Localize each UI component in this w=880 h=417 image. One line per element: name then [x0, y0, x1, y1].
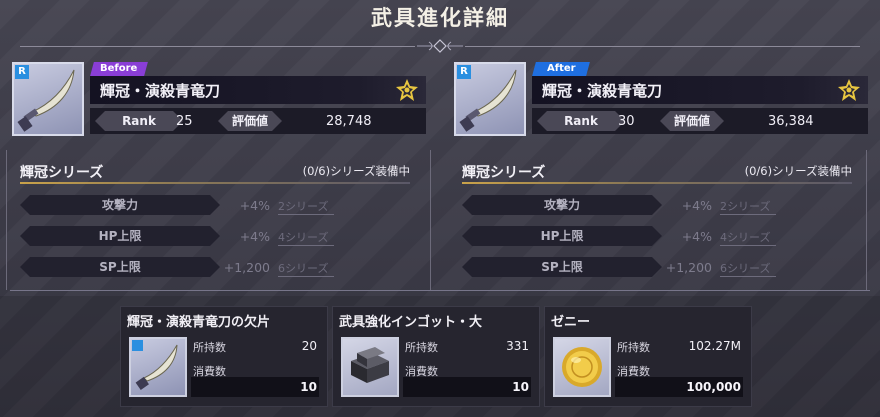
score-value: 28,748: [326, 114, 372, 129]
series-count: (0/6)シリーズ装備中: [302, 164, 410, 178]
bonus-requirement: 4シリーズ: [278, 229, 335, 246]
bonus-stat: SP上限: [462, 257, 662, 277]
score-label: 評価値: [660, 111, 724, 131]
owned-value: 331: [506, 339, 529, 353]
cost-value: 10: [300, 380, 317, 394]
series-title: 輝冠シリーズ: [20, 165, 104, 181]
title-rule-right: [465, 46, 860, 47]
page-title: 武具進化詳細: [371, 6, 509, 30]
gold-coin-icon: [562, 347, 602, 387]
after-weapon-card: R After 輝冠・演殺青竜刀 Rank 30 評価値 36,384: [442, 58, 868, 140]
material-card-fragment[interactable]: 輝冠・演殺青竜刀の欠片 所持数 20 消費数 10: [120, 306, 328, 407]
before-weapon-card: R Before 輝冠・演殺青竜刀 Rank 25 評価値 28,748: [0, 58, 426, 140]
bonus-value: +1,200: [223, 260, 270, 275]
rank-label: Rank: [537, 111, 625, 131]
bonus-stat: SP上限: [20, 257, 220, 277]
score-label: 評価値: [218, 111, 282, 131]
material-icon: [553, 337, 611, 397]
ornament-icon: [417, 39, 463, 53]
series-right-header: 輝冠シリーズ (0/6)シリーズ装備中: [462, 162, 852, 184]
center-divider: [430, 150, 431, 290]
right-divider: [866, 150, 867, 290]
owned-label: 所持数: [193, 341, 226, 354]
sparkle-star-icon[interactable]: [396, 79, 418, 101]
material-card-zeny[interactable]: ゼニー 所持数 102.27M 消費数 100,000: [544, 306, 752, 407]
scimitar-icon: [132, 340, 178, 390]
rank-value: 30: [618, 114, 635, 129]
material-icon: [129, 337, 187, 397]
material-name: ゼニー: [551, 315, 591, 330]
sparkle-star-icon[interactable]: [838, 79, 860, 101]
bonus-stat: HP上限: [462, 226, 662, 246]
owned-value: 20: [301, 339, 317, 353]
series-count: (0/6)シリーズ装備中: [744, 164, 852, 178]
bonus-requirement: 4シリーズ: [720, 229, 777, 246]
bonus-value: +4%: [239, 198, 270, 213]
score-value: 36,384: [768, 114, 814, 129]
after-tag: After: [532, 62, 590, 76]
series-title: 輝冠シリーズ: [462, 165, 546, 181]
bonus-requirement: 6シリーズ: [720, 260, 777, 277]
title-rule-left: [20, 46, 415, 47]
weapon-thumbnail[interactable]: R: [12, 62, 84, 136]
ingot-icon: [351, 347, 389, 383]
material-name: 武具強化インゴット・大: [339, 315, 483, 330]
cost-value: 10: [512, 380, 529, 394]
rank-value: 25: [176, 114, 193, 129]
owned-value: 102.27M: [688, 339, 741, 353]
bonus-stat: 攻撃力: [462, 195, 662, 215]
material-icon: [341, 337, 399, 397]
bonus-requirement: 6シリーズ: [278, 260, 335, 277]
rarity-badge: R: [457, 65, 471, 79]
series-left-header: 輝冠シリーズ (0/6)シリーズ装備中: [20, 162, 410, 184]
material-name: 輝冠・演殺青竜刀の欠片: [127, 315, 271, 330]
weapon-thumbnail[interactable]: R: [454, 62, 526, 136]
before-tag: Before: [90, 62, 148, 76]
weapon-name: 輝冠・演殺青竜刀: [542, 82, 663, 100]
left-divider: [6, 150, 7, 290]
bonus-value: +1,200: [665, 260, 712, 275]
bonus-requirement: 2シリーズ: [720, 198, 777, 215]
bonus-requirement: 2シリーズ: [278, 198, 335, 215]
bonus-value: +4%: [239, 229, 270, 244]
weapon-name: 輝冠・演殺青竜刀: [100, 82, 221, 100]
bonus-value: +4%: [681, 198, 712, 213]
bonus-stat: HP上限: [20, 226, 220, 246]
series-underline: [462, 182, 852, 184]
owned-label: 所持数: [405, 341, 438, 354]
section-divider: [10, 290, 870, 291]
material-card-ingot[interactable]: 武具強化インゴット・大 所持数 331 消費数 10: [332, 306, 540, 407]
rank-label: Rank: [95, 111, 183, 131]
rarity-badge: R: [15, 65, 29, 79]
cost-value: 100,000: [686, 380, 741, 394]
series-underline: [20, 182, 410, 184]
owned-label: 所持数: [617, 341, 650, 354]
bonus-stat: 攻撃力: [20, 195, 220, 215]
bonus-value: +4%: [681, 229, 712, 244]
